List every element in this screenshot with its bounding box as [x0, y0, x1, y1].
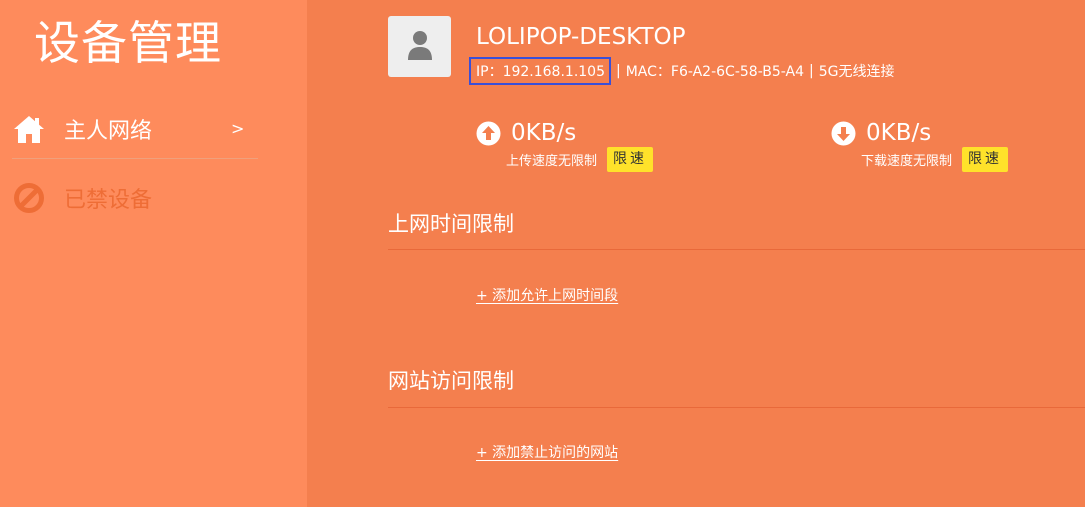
download-speed-label: 下载速度无限制 — [861, 154, 953, 169]
download-arrow-icon — [831, 121, 856, 146]
sidebar-item-host-network[interactable]: 主人网络 > — [12, 99, 258, 159]
add-time-period-link[interactable]: + 添加允许上网时间段 — [476, 285, 618, 305]
download-limit-button[interactable]: 限速 — [962, 147, 1009, 172]
separator: | — [616, 63, 621, 79]
user-icon — [407, 29, 433, 65]
download-speed-value: 0KB/s — [866, 120, 932, 146]
upload-speed: 0KB/s 上传速度无限制 限速 — [476, 118, 654, 172]
upload-limit-button[interactable]: 限速 — [607, 147, 654, 172]
divider — [388, 249, 1085, 250]
block-icon — [12, 181, 46, 215]
separator: | — [809, 63, 814, 79]
divider — [388, 407, 1085, 408]
site-limit-title: 网站访问限制 — [388, 369, 514, 393]
sidebar-item-label: 已禁设备 — [64, 188, 153, 213]
upload-speed-label: 上传速度无限制 — [506, 154, 598, 169]
upload-speed-value: 0KB/s — [511, 120, 577, 146]
sidebar-item-label: 主人网络 — [64, 118, 153, 144]
device-info: IP：192.168.1.105 | MAC：F6-A2-6C-58-B5-A4… — [469, 57, 894, 85]
device-name: LOLIPOP-DESKTOP — [476, 24, 686, 50]
download-speed: 0KB/s 下载速度无限制 限速 — [831, 118, 1009, 172]
chevron-right-icon: > — [231, 119, 245, 138]
time-limit-title: 上网时间限制 — [388, 212, 514, 236]
add-blocked-site-link[interactable]: + 添加禁止访问的网站 — [476, 442, 618, 462]
upload-arrow-icon — [476, 121, 501, 146]
sidebar-title: 设备管理 — [34, 16, 222, 70]
home-icon — [12, 112, 46, 146]
connection-type: 5G无线连接 — [818, 64, 895, 80]
ip-address: IP：192.168.1.105 — [469, 57, 611, 85]
avatar — [388, 16, 451, 77]
sidebar: 设备管理 主人网络 > 已禁设备 — [0, 0, 307, 507]
mac-address: MAC：F6-A2-6C-58-B5-A4 — [625, 64, 804, 80]
sidebar-item-blocked-devices[interactable]: 已禁设备 — [12, 168, 258, 228]
